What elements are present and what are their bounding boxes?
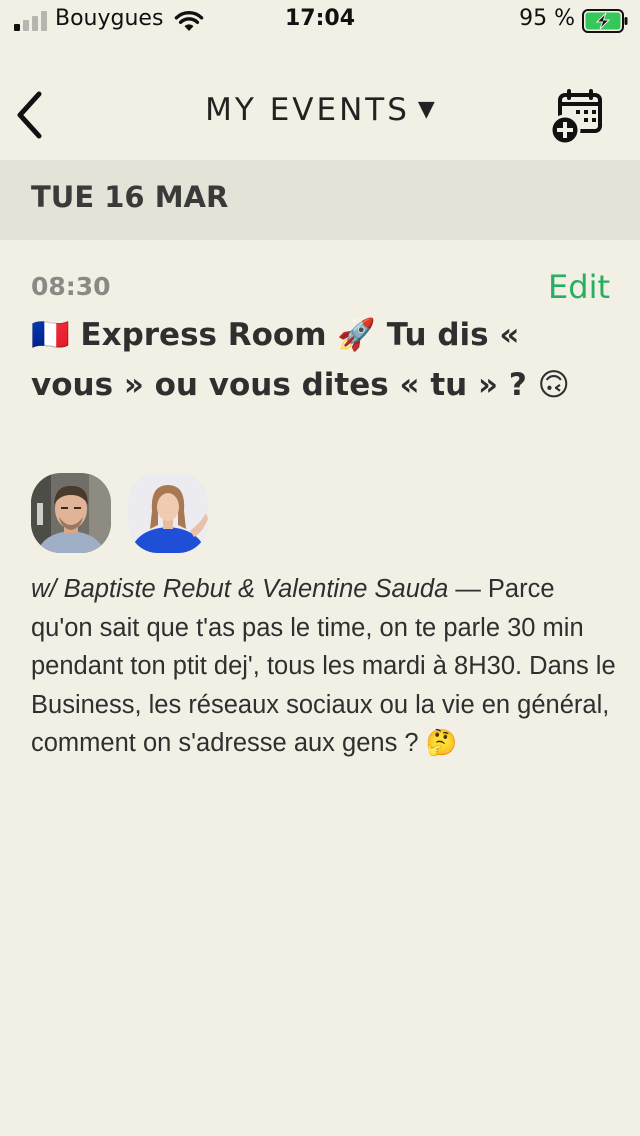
host-avatars: [31, 473, 220, 553]
nav-bar: MY EVENTS ▼: [0, 70, 640, 160]
battery-charging-icon: [582, 9, 628, 33]
avatar[interactable]: [31, 473, 111, 553]
events-filter-dropdown[interactable]: MY EVENTS ▼: [0, 92, 640, 128]
host-photo-woman: [128, 473, 209, 553]
event-time: 08:30: [31, 272, 111, 301]
edit-button[interactable]: Edit: [548, 268, 610, 306]
avatar[interactable]: [128, 473, 209, 553]
event-hosts-prefix: w/: [31, 575, 64, 603]
nav-title-label: MY EVENTS: [205, 92, 410, 128]
status-bar: Bouygues 17:04 95 %: [0, 0, 640, 40]
calendar-add-icon[interactable]: [548, 88, 606, 146]
host-photo-man: [31, 473, 111, 553]
event-title: 🇫🇷 Express Room 🚀 Tu dis « vous » ou vou…: [31, 317, 570, 403]
event-description: w/ Baptiste Rebut & Valentine Sauda — Pa…: [31, 570, 616, 763]
battery-percent: 95 %: [519, 6, 575, 31]
caret-down-icon: ▼: [417, 97, 435, 122]
date-label: TUE 16 MAR: [31, 180, 229, 214]
event-hosts: Baptiste Rebut & Valentine Sauda: [63, 575, 449, 603]
date-section-header: TUE 16 MAR: [0, 160, 640, 240]
